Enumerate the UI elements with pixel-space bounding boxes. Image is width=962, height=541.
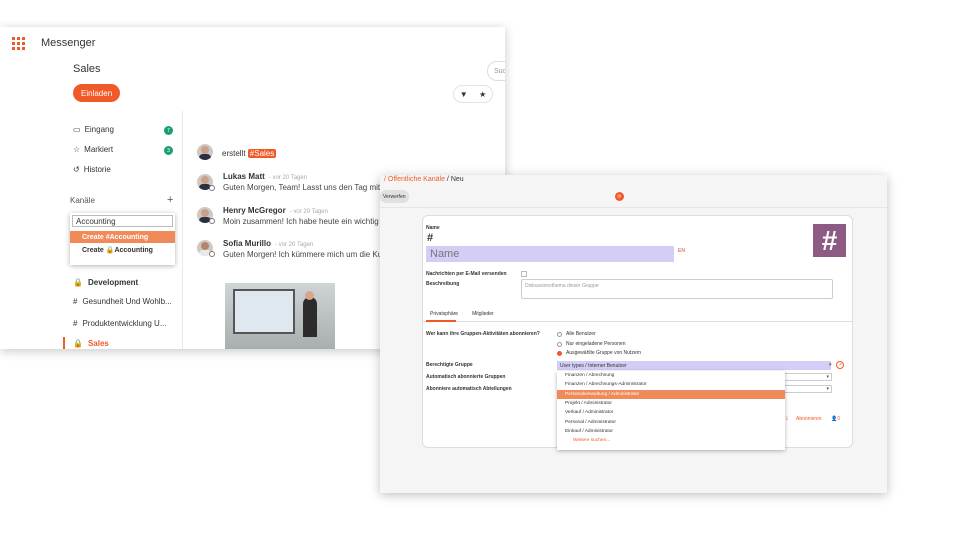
follower-icon: ⟟: [786, 416, 788, 422]
status-icon: [209, 185, 215, 191]
breadcrumb-link[interactable]: / Öffentliche Kanäle: [384, 176, 445, 183]
description-label: Beschreibung: [426, 281, 460, 287]
radio-icon: [557, 341, 562, 347]
dropdown-option[interactable]: Verkauf / Administrator: [557, 408, 785, 417]
subscribe-link[interactable]: Abonnieren: [796, 416, 822, 422]
channel-search-input[interactable]: Accounting: [72, 215, 173, 227]
form-tabs: Privatsphäre Mitglieder: [430, 311, 494, 317]
dropdown-option[interactable]: Finanzen / Abrechnungs-Administrator: [557, 380, 785, 389]
history-icon: ↺: [73, 165, 80, 174]
sidebar-item-inbox[interactable]: ▭ Eingang: [73, 125, 114, 134]
lock-icon: 🔒: [73, 278, 83, 287]
channel-tag[interactable]: #Sales: [247, 149, 277, 158]
active-channel-indicator: [63, 337, 65, 349]
radio-all-users[interactable]: Alle Benutzer: [557, 331, 596, 337]
hash-prefix: #: [427, 232, 434, 244]
status-icon: [209, 251, 215, 257]
dropdown-option-highlighted[interactable]: Personalverwaltung / Administrator: [557, 389, 785, 399]
auto-depts-select[interactable]: ▾: [780, 385, 832, 393]
auto-depts-label: Abonniere automatisch Abteilungen: [426, 386, 512, 392]
breadcrumb: / Öffentliche Kanäle / Neu: [384, 176, 464, 183]
message-author[interactable]: Lukas Matt - vor 20 Tagen: [223, 172, 307, 181]
channels-heading: Kanäle: [70, 196, 95, 205]
radio-icon: [557, 350, 562, 356]
message-author[interactable]: Sofia Murillo - vor 20 Tagen: [223, 239, 313, 248]
avatar: [197, 144, 213, 160]
create-public-channel-option[interactable]: Create #Accounting: [70, 231, 175, 243]
filter-icon[interactable]: ▼: [460, 90, 468, 99]
tab-divider: [422, 321, 853, 322]
auto-groups-select[interactable]: ▾: [780, 373, 832, 381]
authorized-group-input[interactable]: User types / Interner Benutzer: [557, 361, 831, 370]
external-link-icon[interactable]: ↗: [836, 361, 844, 369]
invite-button[interactable]: Einladen: [73, 84, 121, 102]
refresh-icon[interactable]: ⟳: [615, 192, 624, 201]
auto-groups-label: Automatisch abonnierte Gruppen: [426, 374, 506, 380]
channel-form-window: / Öffentliche Kanäle / Neu Verwerfen ⟳ N…: [380, 175, 887, 493]
description-field[interactable]: Diskussionsthema dieser Gruppe: [521, 279, 833, 299]
hash-icon: #: [73, 297, 78, 306]
channel-item-development[interactable]: 🔒 Development: [73, 278, 138, 287]
radio-icon: [557, 331, 562, 337]
sidebar-item-label: Eingang: [84, 125, 114, 134]
email-checkbox[interactable]: [521, 271, 527, 277]
channel-title: Sales: [73, 63, 101, 75]
email-label: Nachrichten per E-Mail versenden: [426, 271, 507, 277]
top-bar: Messenger: [0, 27, 505, 59]
channel-item-produktentwicklung[interactable]: # Produktentwicklung U...: [73, 319, 167, 328]
starred-count-badge: 3: [164, 146, 173, 155]
status-icon: [209, 218, 215, 224]
breadcrumb-current: Neu: [450, 176, 464, 183]
add-channel-icon[interactable]: +: [167, 194, 173, 206]
sidebar-divider: [182, 111, 183, 349]
message-text: Guten Morgen! Ich kümmere mich um die Ku: [223, 250, 383, 259]
language-badge[interactable]: EN: [678, 248, 685, 254]
follower-count[interactable]: 👤0: [831, 416, 840, 422]
message-image[interactable]: [225, 283, 335, 349]
app-title: Messenger: [41, 37, 96, 49]
chevron-down-icon[interactable]: ▾: [829, 362, 832, 368]
channel-avatar[interactable]: #: [813, 224, 846, 257]
radio-selected-group[interactable]: Ausgewählte Gruppe von Nutzern: [557, 350, 641, 356]
message-text: Moin zusammen! Ich habe heute ein wichti…: [223, 217, 379, 226]
search-more-link[interactable]: Weitere suchen...: [557, 436, 785, 445]
lock-icon: 🔒: [73, 339, 83, 348]
tab-privacy[interactable]: Privatsphäre: [430, 311, 458, 317]
dropdown-option[interactable]: Einkauf / Administrator: [557, 427, 785, 436]
sidebar-item-label: Markiert: [84, 145, 114, 154]
name-label: Name: [426, 225, 440, 231]
message-text: Guten Morgen, Team! Lasst uns den Tag mi…: [223, 183, 381, 192]
apps-grid-icon[interactable]: [12, 36, 25, 50]
channel-item-gesundheit[interactable]: # Gesundheit Und Wohlb...: [73, 297, 172, 306]
inbox-icon: ▭: [73, 125, 81, 134]
message-author[interactable]: Henry McGregor - vor 20 Tagen: [223, 206, 328, 215]
sidebar-item-label: Historie: [83, 165, 111, 174]
sidebar-item-starred[interactable]: ☆ Markiert: [73, 145, 113, 154]
hash-icon: #: [73, 319, 78, 328]
divider: [380, 207, 887, 208]
dropdown-option[interactable]: Finanzen / Abrechnung: [557, 371, 785, 380]
dropdown-option[interactable]: Personal / Administrator: [557, 417, 785, 426]
radio-invited[interactable]: Nur eingeladene Personen: [557, 341, 626, 347]
tab-members[interactable]: Mitglieder: [472, 311, 494, 317]
channel-item-sales[interactable]: 🔒 Sales: [73, 339, 109, 348]
sidebar-item-history[interactable]: ↺ Historie: [73, 165, 111, 174]
active-tab-indicator: [426, 320, 456, 322]
create-private-channel-option[interactable]: Create 🔒Accounting: [70, 243, 175, 256]
inbox-count-badge: 7: [164, 126, 173, 135]
discard-button[interactable]: Verwerfen: [380, 190, 409, 203]
channel-search-popup: Accounting Create #Accounting Create 🔒Ac…: [70, 213, 175, 265]
star-outline-icon: ☆: [73, 145, 81, 154]
subscribe-question: Wer kann ihre Gruppen-Aktivitäten abonni…: [426, 331, 540, 337]
dropdown-option[interactable]: Projekt / Administrator: [557, 399, 785, 408]
star-icon[interactable]: ★: [479, 90, 486, 99]
search-input[interactable]: Suc: [487, 61, 505, 81]
channel-created-message: erstellt #Sales: [222, 149, 277, 158]
authorized-group-label: Berechtigte Gruppe: [426, 362, 473, 368]
filter-group: ▼ ★: [453, 85, 493, 103]
name-input[interactable]: Name: [426, 246, 674, 262]
group-dropdown: Finanzen / Abrechnung Finanzen / Abrechn…: [557, 371, 785, 450]
